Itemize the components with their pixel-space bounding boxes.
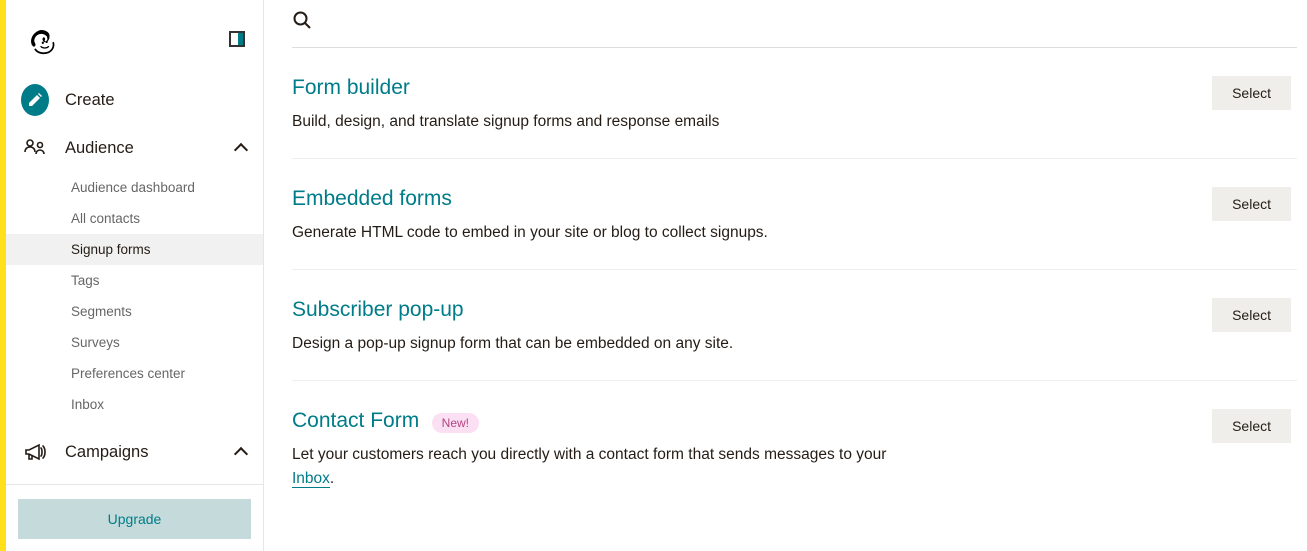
subscriber-popup-desc: Design a pop-up signup form that can be … — [292, 332, 932, 356]
embedded-forms-link[interactable]: Embedded forms — [292, 187, 452, 211]
chevron-up-icon — [235, 446, 247, 458]
option-embedded-forms: Embedded forms Generate HTML code to emb… — [292, 159, 1297, 270]
option-form-builder: Form builder Build, design, and translat… — [292, 48, 1297, 159]
form-builder-desc: Build, design, and translate signup form… — [292, 110, 932, 134]
sidebar-item-campaigns[interactable]: Campaigns — [6, 428, 263, 476]
panel-toggle-icon[interactable] — [229, 31, 245, 47]
option-subscriber-popup: Subscriber pop-up Design a pop-up signup… — [292, 270, 1297, 381]
desc-prefix: Let your customers reach you directly wi… — [292, 446, 886, 463]
sidebar: Create Audience Audience dashboard All c… — [6, 0, 264, 551]
campaigns-label: Campaigns — [65, 443, 235, 462]
sidebar-item-surveys[interactable]: Surveys — [6, 327, 263, 358]
desc-suffix: . — [330, 470, 334, 487]
form-builder-link[interactable]: Form builder — [292, 76, 410, 100]
option-contact-form: Contact Form New! Let your customers rea… — [292, 381, 1297, 515]
sidebar-item-audience[interactable]: Audience — [6, 124, 263, 172]
select-button-contact-form[interactable]: Select — [1212, 409, 1291, 443]
search-icon[interactable] — [292, 10, 312, 35]
select-button-embedded-forms[interactable]: Select — [1212, 187, 1291, 221]
sidebar-item-tags[interactable]: Tags — [6, 265, 263, 296]
contact-form-link[interactable]: Contact Form — [292, 409, 419, 433]
sidebar-item-inbox[interactable]: Inbox — [6, 389, 263, 420]
sidebar-item-segments[interactable]: Segments — [6, 296, 263, 327]
embedded-forms-desc: Generate HTML code to embed in your site… — [292, 221, 932, 245]
inbox-link[interactable]: Inbox — [292, 470, 330, 488]
subscriber-popup-link[interactable]: Subscriber pop-up — [292, 298, 464, 322]
sidebar-item-all-contacts[interactable]: All contacts — [6, 203, 263, 234]
sidebar-item-audience-dashboard[interactable]: Audience dashboard — [6, 172, 263, 203]
megaphone-icon — [21, 438, 49, 466]
audience-icon — [21, 134, 49, 162]
select-button-subscriber-popup[interactable]: Select — [1212, 298, 1291, 332]
mailchimp-logo[interactable] — [21, 20, 59, 58]
audience-label: Audience — [65, 139, 235, 158]
contact-form-desc: Let your customers reach you directly wi… — [292, 443, 932, 491]
sidebar-item-preferences-center[interactable]: Preferences center — [6, 358, 263, 389]
sidebar-item-create[interactable]: Create — [6, 76, 263, 124]
new-badge: New! — [432, 413, 479, 433]
sidebar-item-signup-forms[interactable]: Signup forms — [6, 234, 263, 265]
chevron-up-icon — [235, 142, 247, 154]
audience-sub-items: Audience dashboard All contacts Signup f… — [6, 172, 263, 428]
main-content: Form builder Build, design, and translat… — [264, 0, 1307, 551]
create-label: Create — [65, 91, 247, 110]
select-button-form-builder[interactable]: Select — [1212, 76, 1291, 110]
upgrade-button[interactable]: Upgrade — [18, 499, 251, 539]
pencil-icon — [21, 84, 49, 116]
